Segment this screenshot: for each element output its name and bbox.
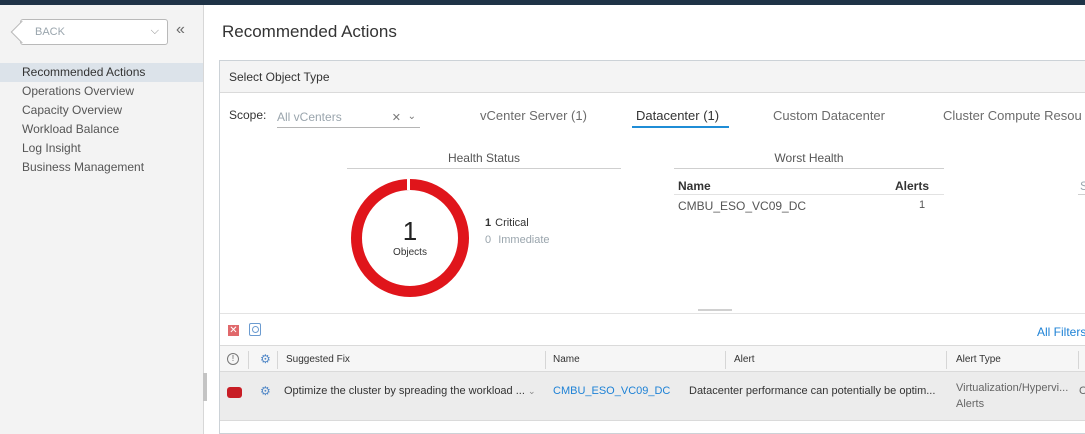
chevron-down-icon[interactable]: ⌄ (528, 386, 536, 396)
header-name[interactable]: Name (553, 354, 580, 365)
worst-health-alerts-header: Alerts (895, 179, 930, 193)
collapse-nav-icon[interactable]: « (176, 21, 185, 39)
table-header: ! ⚙ Suggested Fix Name Alert Alert Type (220, 345, 1085, 372)
left-nav: BACK ⌵ « Recommended Actions Operations … (0, 5, 207, 434)
back-arrow-shape (10, 20, 34, 44)
panel-header: Select Object Type (220, 61, 1085, 93)
truncated-column-header: S (1080, 179, 1085, 193)
info-icon: ! (227, 353, 239, 365)
column-separator[interactable] (725, 351, 726, 369)
header-alert-type[interactable]: Alert Type (956, 354, 1001, 365)
legend-critical-label: Critical (495, 217, 529, 229)
alert-type-line1: Virtualization/Hypervi... (956, 382, 1069, 394)
scope-select[interactable]: All vCenters ✕ ⌄ (277, 106, 420, 128)
column-separator[interactable] (946, 351, 947, 369)
splitter-handle[interactable] (698, 309, 732, 311)
scope-label: Scope: (229, 108, 267, 122)
nav-item-log-insight[interactable]: Log Insight (0, 139, 203, 158)
worst-health-title: Worst Health (774, 151, 844, 165)
schedule-icon[interactable] (249, 323, 261, 336)
tab-vcenter-server[interactable]: vCenter Server (1) (480, 108, 587, 123)
nav-item-operations-overview[interactable]: Operations Overview (0, 82, 203, 101)
divider (1078, 194, 1085, 195)
nav-item-capacity-overview[interactable]: Capacity Overview (0, 101, 203, 120)
nav-item-workload-balance[interactable]: Workload Balance (0, 120, 203, 139)
back-button[interactable]: BACK ⌵ (10, 19, 168, 45)
column-separator[interactable] (277, 351, 278, 369)
clear-icon[interactable]: ✕ (392, 111, 401, 124)
tab-custom-datacenter[interactable]: Custom Datacenter (773, 108, 885, 123)
legend-critical-count: 1 (485, 217, 492, 229)
page-title: Recommended Actions (222, 22, 397, 41)
panel-header-title: Select Object Type (229, 70, 330, 84)
legend-critical: 1 Critical (485, 217, 529, 229)
nav-resize-handle[interactable] (203, 373, 207, 401)
legend-immediate-label: Immediate (498, 234, 550, 246)
chevron-down-icon[interactable]: ⌄ (408, 111, 416, 122)
chevron-down-icon[interactable]: ⌵ (151, 25, 159, 38)
header-alert[interactable]: Alert (734, 354, 755, 365)
health-status-title: Health Status (447, 151, 521, 165)
suggested-fix-text: Optimize the cluster by spreading the wo… (284, 385, 525, 397)
all-filters-link[interactable]: All Filters (1037, 325, 1085, 339)
alert-type-line2: Alerts (956, 398, 985, 410)
worst-health-name-header: Name (678, 179, 711, 193)
back-button-label: BACK (35, 26, 65, 38)
header-suggested-fix[interactable]: Suggested Fix (286, 354, 350, 365)
scope-value: All vCenters (277, 110, 342, 124)
cell-alert-type: Virtualization/Hypervi... Alerts (956, 380, 1074, 412)
donut-notch (407, 178, 410, 190)
table-row[interactable]: ⚙ Optimize the cluster by spreading the … (220, 372, 1085, 421)
cell-truncated: C (1079, 385, 1085, 397)
nav-list: Recommended Actions Operations Overview … (0, 63, 203, 177)
column-separator[interactable] (248, 351, 249, 369)
critical-status-icon (227, 387, 242, 398)
divider (674, 168, 944, 169)
divider (347, 168, 621, 169)
main-panel: Select Object Type Scope: All vCenters ✕… (219, 60, 1085, 434)
divider (674, 194, 944, 195)
objects-count: 1 (402, 216, 418, 246)
legend-immediate: 0 Immediate (485, 234, 550, 246)
gear-icon: ⚙ (260, 384, 271, 398)
nav-item-business-management[interactable]: Business Management (0, 158, 203, 177)
worst-health-row-name[interactable]: CMBU_ESO_VC09_DC (678, 199, 806, 213)
nav-item-recommended-actions[interactable]: Recommended Actions (0, 63, 203, 82)
active-tab-indicator (632, 126, 729, 128)
cell-alert[interactable]: Datacenter performance can potentially b… (689, 385, 951, 397)
column-separator[interactable] (545, 351, 546, 369)
tab-cluster-compute-resource[interactable]: Cluster Compute Resou (943, 108, 1082, 123)
worst-health-row-alerts: 1 (919, 199, 926, 211)
column-separator[interactable] (1078, 351, 1079, 369)
objects-label: Objects (393, 247, 427, 258)
legend-immediate-count: 0 (485, 234, 492, 246)
tab-datacenter[interactable]: Datacenter (1) (636, 108, 719, 123)
dismiss-alert-icon[interactable]: ✕ (228, 325, 239, 336)
cell-suggested-fix[interactable]: Optimize the cluster by spreading the wo… (284, 385, 548, 397)
alerts-toolbar: ✕ All Filters (220, 313, 1085, 345)
gear-icon: ⚙ (260, 352, 271, 366)
